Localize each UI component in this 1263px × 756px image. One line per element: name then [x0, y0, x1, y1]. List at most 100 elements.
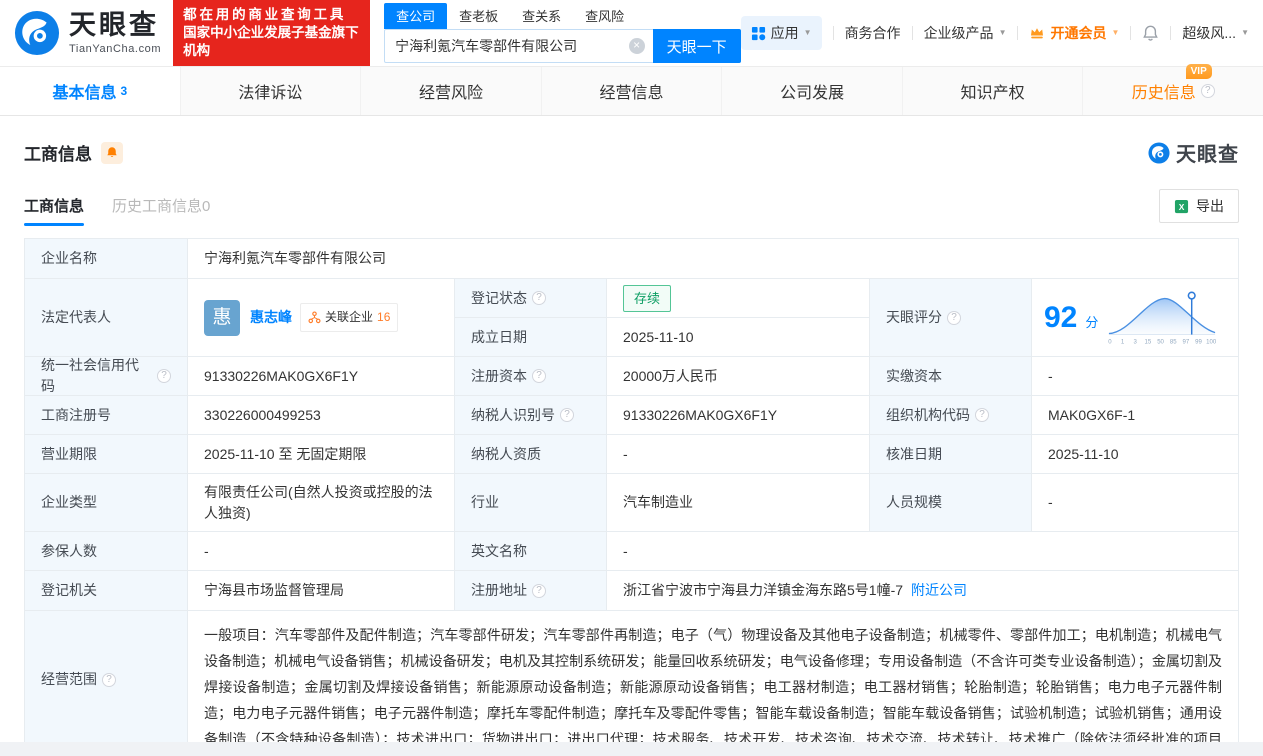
industry-text: 汽车制造业	[623, 494, 693, 510]
clear-search-icon[interactable]: ×	[628, 38, 645, 54]
tab-ip-label: 知识产权	[960, 85, 1025, 102]
tab-intellectual-property[interactable]: 知识产权	[903, 67, 1084, 115]
field-label-organization-code: 组织机构代码 ?	[870, 396, 1032, 435]
logo-domain: TianYanCha.com	[69, 42, 162, 55]
help-icon[interactable]: ?	[1200, 84, 1215, 98]
registration-authority-text: 宁海县市场监督管理局	[204, 582, 344, 598]
field-label-industry: 行业	[455, 474, 607, 532]
business-info-table: 企业名称 宁海利氪汽车零部件有限公司 法定代表人 惠 惠志峰 关联企业 16 登…	[24, 238, 1239, 742]
nav-vip-label: 开通会员	[1050, 25, 1107, 41]
related-companies-label: 关联企业	[325, 310, 374, 324]
search-button[interactable]: 天眼一下	[652, 29, 741, 63]
tab-company-development[interactable]: 公司发展	[722, 67, 903, 115]
nav-divider	[1130, 26, 1132, 40]
main-content: 工商信息 天眼查 工商信息 历史工商信息0 X 导出 企业名称 宁海利氪汽车零部…	[0, 138, 1263, 742]
top-navigation: 应用 ▼ 商务合作 企业级产品 ▼ 开通会员 ▼ 超级风... ▼	[740, 16, 1249, 50]
field-label-company-type: 企业类型	[25, 474, 188, 532]
tab-legal-proceedings[interactable]: 法律诉讼	[181, 67, 362, 115]
paid-capital-text: -	[1048, 367, 1053, 384]
label-text: 英文名称	[471, 542, 527, 559]
field-label-company-name: 企业名称	[25, 239, 188, 279]
subtab-history-business-info[interactable]: 历史工商信息0	[112, 195, 210, 226]
help-icon[interactable]: ?	[157, 369, 171, 383]
business-term-text: 2025-11-10 至 无固定期限	[204, 445, 367, 462]
help-icon[interactable]: ?	[102, 672, 116, 687]
tab-operation-risk[interactable]: 经营风险	[361, 67, 542, 115]
company-name-value: 宁海利氪汽车零部件有限公司	[188, 239, 1239, 279]
credit-code-value: 91330226MAK0GX6F1Y	[188, 357, 455, 396]
chevron-down-icon: ▼	[803, 28, 812, 37]
tab-operation-info[interactable]: 经营信息	[542, 67, 723, 115]
help-icon[interactable]: ?	[532, 583, 546, 598]
related-companies-badge[interactable]: 关联企业 16	[300, 303, 399, 332]
crown-icon	[1031, 28, 1044, 39]
export-button[interactable]: X 导出	[1159, 189, 1239, 223]
taxpayer-id-value: 91330226MAK0GX6F1Y	[607, 396, 870, 435]
help-icon[interactable]: ?	[532, 291, 546, 305]
nav-divider	[1017, 26, 1019, 40]
company-page-tabs: 基本信息 3 法律诉讼 经营风险 经营信息 公司发展 知识产权 VIP 历史信息…	[0, 64, 1263, 116]
tianyancha-watermark: 天眼查	[1148, 138, 1239, 167]
tab-history-info[interactable]: VIP 历史信息 ?	[1083, 64, 1263, 115]
label-text: 组织机构代码	[886, 406, 970, 423]
label-text: 企业类型	[41, 494, 97, 510]
label-text: 营业期限	[41, 445, 97, 462]
org-chart-icon	[308, 311, 321, 324]
nav-super-risk[interactable]: 超级风... ▼	[1182, 23, 1249, 43]
staff-size-text: -	[1048, 494, 1053, 510]
field-label-registered-address: 注册地址 ?	[455, 571, 607, 611]
field-label-insured-count: 参保人数	[25, 532, 188, 571]
search-tab-risk[interactable]: 查风险	[573, 3, 636, 29]
score-axis-tick: 85	[1170, 339, 1177, 345]
nav-open-vip[interactable]: 开通会员 ▼	[1029, 23, 1119, 43]
site-header: 天眼查 TianYanCha.com 都在用的商业查询工具 国家中小企业发展子基…	[0, 0, 1263, 67]
subscribe-alert-button[interactable]	[101, 141, 123, 164]
nav-divider	[832, 26, 834, 40]
slogan-line1: 都在用的商业查询工具	[183, 6, 347, 22]
field-label-tianyan-score: 天眼评分 ?	[870, 279, 1032, 357]
search-tab-company[interactable]: 查公司	[384, 3, 448, 29]
taxpayer-id-text: 91330226MAK0GX6F1Y	[623, 406, 778, 423]
legal-representative-link[interactable]: 惠志峰	[250, 307, 292, 328]
chevron-down-icon: ▼	[1111, 28, 1120, 37]
tab-development-label: 公司发展	[780, 85, 845, 102]
search-box: × 天眼一下	[384, 29, 741, 63]
search-tab-relation[interactable]: 查关系	[510, 3, 573, 29]
field-label-business-term: 营业期限	[25, 435, 188, 474]
tianyancha-logo[interactable]: 天眼查 TianYanCha.com	[14, 10, 161, 56]
help-icon[interactable]: ?	[532, 369, 546, 383]
vip-badge: VIP	[1185, 64, 1212, 79]
label-text: 登记状态	[471, 289, 527, 306]
app-grid-icon	[751, 26, 765, 40]
avatar[interactable]: 惠	[204, 299, 240, 336]
brand-slogan: 都在用的商业查询工具 国家中小企业发展子基金旗下机构	[173, 0, 371, 67]
nav-apps[interactable]: 应用 ▼	[740, 16, 822, 50]
field-label-staff-size: 人员规模	[870, 474, 1032, 532]
subtab-business-info[interactable]: 工商信息	[24, 195, 85, 226]
bell-icon	[107, 147, 117, 158]
tab-basic-info[interactable]: 基本信息 3	[0, 67, 181, 115]
credit-code-text: 91330226MAK0GX6F1Y	[204, 367, 359, 384]
slogan-line2: 国家中小企业发展子基金旗下机构	[183, 24, 359, 59]
establish-date-value: 2025-11-10	[607, 318, 870, 357]
search-input[interactable]	[385, 38, 621, 54]
insured-count-text: -	[204, 542, 209, 559]
field-label-taxpayer-quality: 纳税人资质	[455, 435, 607, 474]
nav-cooperation[interactable]: 商务合作	[845, 23, 901, 43]
registered-capital-text: 20000万人民币	[623, 367, 718, 384]
tab-history-label: 历史信息	[1131, 85, 1196, 102]
tab-legal-label: 法律诉讼	[238, 85, 303, 102]
search-tab-boss[interactable]: 查老板	[447, 3, 510, 29]
business-scope-value: 一般项目：汽车零部件及配件制造；汽车零部件研发；汽车零部件再制造；电子（气）物理…	[188, 611, 1239, 742]
nav-enterprise-products[interactable]: 企业级产品 ▼	[924, 23, 1007, 43]
label-text: 成立日期	[471, 328, 527, 345]
paid-capital-value: -	[1032, 357, 1239, 396]
staff-size-value: -	[1032, 474, 1239, 532]
chevron-down-icon: ▼	[1241, 28, 1249, 37]
nearby-companies-link[interactable]: 附近公司	[911, 580, 967, 601]
help-icon[interactable]: ?	[975, 408, 989, 422]
help-icon[interactable]: ?	[947, 310, 961, 325]
help-icon[interactable]: ?	[560, 408, 574, 422]
notifications-button[interactable]	[1142, 25, 1159, 42]
nav-divider	[1170, 26, 1172, 40]
